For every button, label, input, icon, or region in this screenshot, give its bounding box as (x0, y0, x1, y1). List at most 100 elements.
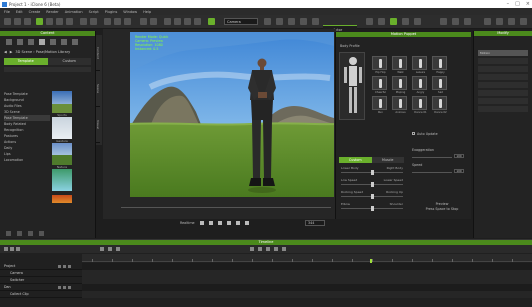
motion-puppet-icon[interactable] (390, 18, 397, 25)
light-icon[interactable] (114, 18, 121, 25)
pose-preset[interactable]: Walk (392, 56, 407, 74)
camera-select[interactable]: Camera (224, 18, 258, 25)
pose-preset[interactable]: Dance 01 (412, 96, 427, 114)
timeline-ruler[interactable] (82, 254, 532, 262)
menu-edit[interactable]: Edit (16, 10, 23, 14)
stop-icon[interactable] (199, 221, 204, 225)
set-icon[interactable] (50, 39, 56, 45)
zoom-icon[interactable] (194, 18, 201, 25)
loop-icon[interactable] (235, 221, 240, 225)
pose-preset[interactable]: Leisure (412, 56, 427, 74)
slider-handle[interactable] (371, 170, 374, 175)
track-row[interactable]: Dan (0, 284, 532, 291)
menu-file[interactable]: File (4, 10, 10, 14)
menu-help[interactable]: Help (143, 10, 151, 14)
info-icon[interactable] (464, 18, 471, 25)
slider-handle[interactable] (371, 182, 374, 187)
menu-animation[interactable]: Animation (65, 10, 83, 14)
thumbnail[interactable] (52, 169, 72, 191)
menu-window[interactable]: Window (123, 10, 137, 14)
fit-icon[interactable] (264, 18, 271, 25)
add-icon[interactable] (6, 230, 11, 236)
move-icon[interactable] (46, 18, 53, 25)
timeline-tool-icon[interactable] (4, 247, 8, 251)
side-tab-content[interactable]: Content (96, 35, 100, 71)
menu-script[interactable]: Script (89, 10, 99, 14)
wire-icon[interactable] (312, 18, 319, 25)
camera-icon[interactable] (124, 18, 131, 25)
pose-preset[interactable]: Cheerful (372, 76, 387, 94)
modify-row[interactable] (478, 90, 528, 96)
thumbnail[interactable]: Sports (52, 91, 72, 117)
rotate-icon[interactable] (56, 18, 63, 25)
timeline-tool-icon[interactable] (116, 247, 120, 251)
modify-row[interactable] (478, 58, 528, 64)
side-tab-scene[interactable]: Scene (96, 71, 100, 107)
grid-icon[interactable] (140, 18, 147, 25)
track-row[interactable]: Switcher (0, 277, 532, 284)
slider-handle[interactable] (371, 194, 374, 199)
modify-motion-item[interactable]: Motion (478, 50, 528, 56)
preference-icon[interactable] (452, 18, 459, 25)
orbit-icon[interactable] (174, 18, 181, 25)
timeline-play-icon[interactable] (274, 247, 278, 251)
pose-preset[interactable]: Sad (432, 76, 447, 94)
minimize-icon[interactable]: – (507, 1, 510, 7)
thumbnail[interactable] (52, 195, 72, 203)
pose-preset[interactable]: Angry (412, 76, 427, 94)
close-icon[interactable]: × (526, 1, 530, 7)
new-icon[interactable] (4, 18, 11, 25)
timeline-tool-icon[interactable] (100, 247, 104, 251)
slider-handle[interactable] (371, 206, 374, 211)
thumbnail[interactable]: Nature (52, 143, 72, 169)
tab-custom[interactable]: Custom (339, 157, 372, 163)
tab-muscle[interactable]: Muscle (371, 157, 404, 163)
mini-timeline-track[interactable] (121, 207, 331, 208)
stage-icon[interactable] (28, 39, 34, 45)
pose-preset[interactable]: Hip Hop (372, 56, 387, 74)
modify-row[interactable] (478, 106, 528, 112)
panel-icon[interactable] (496, 18, 503, 25)
pick-icon[interactable] (164, 18, 171, 25)
face-icon[interactable] (366, 18, 373, 25)
motion-icon[interactable] (39, 39, 45, 45)
open-icon[interactable] (14, 18, 21, 25)
timeline-play-icon[interactable] (258, 247, 262, 251)
modify-row[interactable] (478, 98, 528, 104)
modify-row[interactable] (478, 66, 528, 72)
body-part-selector[interactable] (339, 52, 365, 120)
undo-icon[interactable] (80, 18, 87, 25)
maximize-icon[interactable]: □ (515, 1, 520, 7)
exaggeration-value[interactable]: 100 (454, 154, 464, 158)
pose-preset[interactable]: Happy (432, 56, 447, 74)
forward-icon[interactable]: ▶ (10, 50, 13, 54)
tab-template[interactable]: Template (4, 58, 48, 65)
path-icon[interactable] (414, 18, 421, 25)
menu-create[interactable]: Create (29, 10, 41, 14)
tab-custom[interactable]: Custom (47, 58, 91, 65)
3d-viewport[interactable]: Render Mode: Quick Camera: Preview Resol… (130, 32, 334, 197)
xray-icon[interactable] (300, 18, 307, 25)
next-frame-icon[interactable] (226, 221, 231, 225)
puppet-icon[interactable] (378, 18, 385, 25)
track-row[interactable]: Collect Clip (0, 291, 532, 298)
settings-icon[interactable] (440, 18, 447, 25)
view-icon[interactable] (208, 18, 215, 25)
timeline-tool-icon[interactable] (10, 247, 14, 251)
layer-icon[interactable] (402, 18, 409, 25)
modify-row[interactable] (478, 82, 528, 88)
timeline-play-icon[interactable] (266, 247, 270, 251)
media-icon[interactable] (61, 39, 67, 45)
auto-update-checkbox[interactable]: Auto Update (412, 132, 438, 136)
end-icon[interactable] (244, 221, 249, 225)
exaggeration-slider[interactable] (412, 157, 452, 158)
content-search-input[interactable] (4, 67, 91, 72)
pose-preset[interactable]: Dance 02 (432, 96, 447, 114)
pose-preset[interactable]: Anxious (392, 96, 407, 114)
frame-icon[interactable] (276, 18, 283, 25)
speed-value[interactable]: 100 (454, 169, 464, 173)
thumbnail[interactable]: Gesture (52, 117, 72, 143)
misc-icon[interactable] (72, 39, 78, 45)
headcam-icon[interactable] (288, 18, 295, 25)
select-icon[interactable] (36, 18, 43, 25)
